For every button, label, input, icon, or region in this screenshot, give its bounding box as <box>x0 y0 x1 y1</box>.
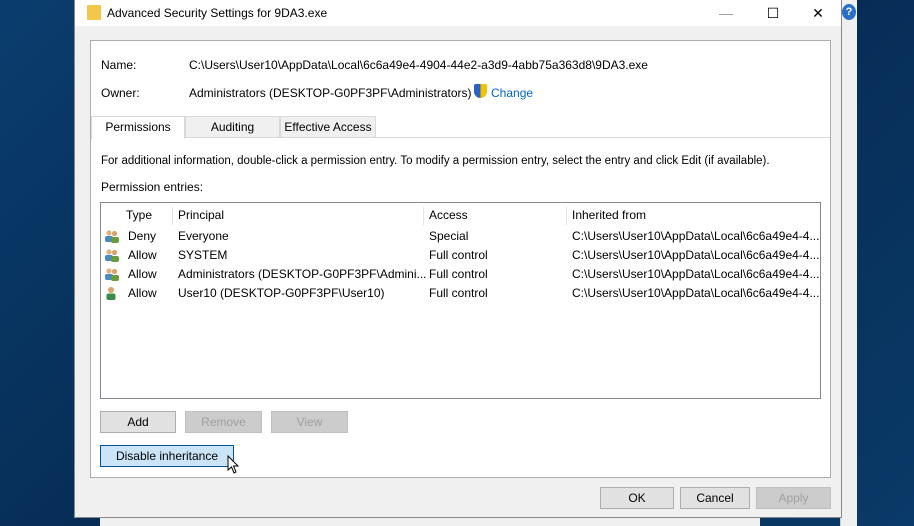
owner-label: Owner: <box>101 86 140 100</box>
permission-entries-label: Permission entries: <box>101 180 204 194</box>
owner-value: Administrators (DESKTOP-G0PF3PF\Administ… <box>189 86 472 100</box>
group-icon <box>105 249 119 262</box>
entry-type: Allow <box>128 286 157 300</box>
entry-inherited-from: C:\Users\User10\AppData\Local\6c6a49e4-4… <box>572 267 820 281</box>
close-button[interactable]: ✕ <box>795 0 841 26</box>
permission-entries-list[interactable]: Type Principal Access Inherited from Den… <box>100 202 821 399</box>
entry-access: Full control <box>429 248 488 262</box>
title-bar: Advanced Security Settings for 9DA3.exe … <box>75 0 841 26</box>
maximize-button[interactable]: ☐ <box>750 0 796 26</box>
permission-entry-row[interactable]: Deny Everyone Special C:\Users\User10\AppDa… <box>101 227 820 246</box>
entry-inherited-from: C:\Users\User10\AppData\Local\6c6a49e4-4… <box>572 229 820 243</box>
disable-inheritance-button[interactable]: Disable inheritance <box>100 445 234 467</box>
window-title: Advanced Security Settings for 9DA3.exe <box>107 6 328 20</box>
entry-principal: SYSTEM <box>178 248 228 262</box>
view-button[interactable]: View <box>271 411 348 433</box>
tab-permissions[interactable]: Permissions <box>91 116 185 139</box>
entry-principal: Everyone <box>178 229 229 243</box>
permission-entry-row[interactable]: Allow SYSTEM Full control C:\Users\User10\A… <box>101 246 820 265</box>
user-icon <box>106 287 116 300</box>
entry-principal: Administrators (DESKTOP-G0PF3PF\Admini..… <box>178 267 427 281</box>
group-icon <box>105 268 119 281</box>
folder-icon <box>87 5 101 20</box>
mouse-cursor-icon <box>227 455 240 474</box>
column-principal[interactable]: Principal <box>173 207 424 225</box>
ok-button[interactable]: OK <box>600 487 674 509</box>
column-inherited-from[interactable]: Inherited from <box>567 207 819 225</box>
tab-effective-access[interactable]: Effective Access <box>280 116 376 138</box>
entry-type: Allow <box>128 248 157 262</box>
apply-button[interactable]: Apply <box>756 487 831 509</box>
content-panel: Name: C:\Users\User10\AppData\Local\6c6a… <box>90 40 831 478</box>
entry-inherited-from: C:\Users\User10\AppData\Local\6c6a49e4-4… <box>572 286 820 300</box>
entry-type: Deny <box>128 229 157 243</box>
background-window: ? <box>840 0 857 526</box>
entry-access: Full control <box>429 286 488 300</box>
tab-auditing[interactable]: Auditing <box>185 116 280 138</box>
name-value: C:\Users\User10\AppData\Local\6c6a49e4-4… <box>189 58 648 72</box>
uac-shield-icon <box>474 84 487 98</box>
minimize-button[interactable]: — <box>703 0 749 26</box>
entry-access: Full control <box>429 267 488 281</box>
name-label: Name: <box>101 58 137 72</box>
column-type[interactable]: Type <box>121 207 173 225</box>
cancel-button[interactable]: Cancel <box>680 487 750 509</box>
entry-principal: User10 (DESKTOP-G0PF3PF\User10) <box>178 286 385 300</box>
group-icon <box>105 230 119 243</box>
entry-type: Allow <box>128 267 157 281</box>
remove-button[interactable]: Remove <box>185 411 262 433</box>
change-owner-link[interactable]: Change <box>491 86 551 100</box>
info-text: For additional information, double-click… <box>101 155 770 167</box>
column-access[interactable]: Access <box>424 207 567 225</box>
help-icon[interactable]: ? <box>842 4 856 20</box>
entry-access: Special <box>429 229 469 243</box>
advanced-security-dialog: Advanced Security Settings for 9DA3.exe … <box>74 0 842 518</box>
permission-entry-row[interactable]: Allow User10 (DESKTOP-G0PF3PF\User10) Full… <box>101 284 820 303</box>
permission-entry-row[interactable]: Allow Administrators (DESKTOP-G0PF3PF\Adm… <box>101 265 820 284</box>
add-button[interactable]: Add <box>100 411 176 433</box>
entry-inherited-from: C:\Users\User10\AppData\Local\6c6a49e4-4… <box>572 248 820 262</box>
